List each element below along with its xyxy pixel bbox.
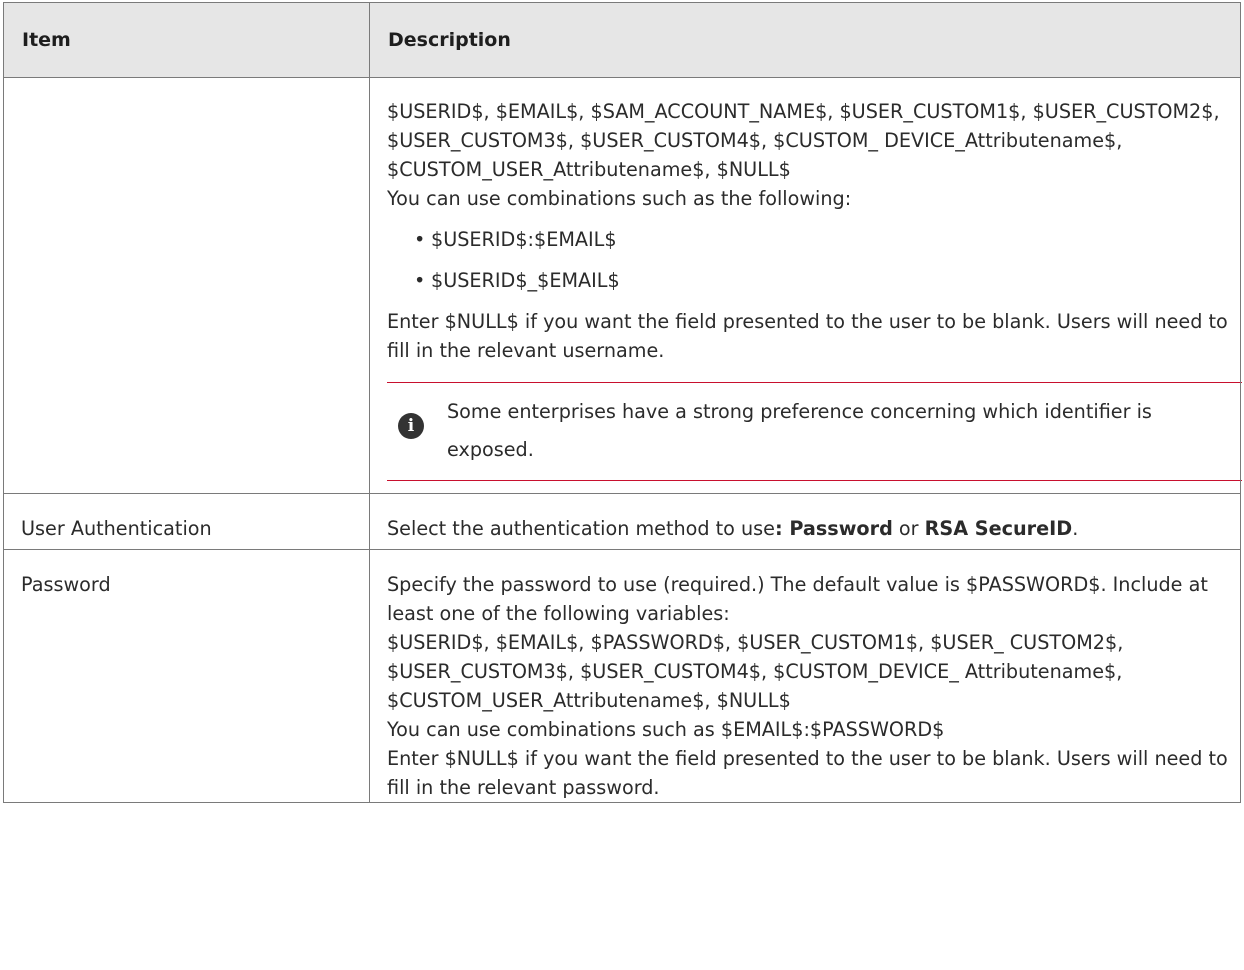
- info-icon: i: [398, 413, 424, 439]
- info-note-text: Some enterprises have a strong preferenc…: [447, 400, 1152, 461]
- null-username-note-text: Enter $NULL$ if you want the field prese…: [387, 310, 1228, 362]
- bullet-icon: •: [414, 228, 426, 251]
- auth-desc-or: or: [892, 517, 925, 540]
- auth-desc-suffix: .: [1072, 517, 1079, 540]
- list-item-text: $USERID$_$EMAIL$: [431, 269, 620, 292]
- row-password-description: Specify the password to use (required.) …: [369, 549, 1241, 803]
- info-note: i Some enterprises have a strong prefere…: [387, 382, 1242, 481]
- header-description: Description: [369, 2, 1241, 78]
- combinations-intro-text: You can use combinations such as the fol…: [387, 187, 852, 210]
- row-username-item: [3, 77, 370, 494]
- password-variables-text: $USERID$, $EMAIL$, $PASSWORD$, $USER_CUS…: [387, 631, 1124, 712]
- auth-desc-colon: :: [775, 517, 790, 540]
- username-variables-text: $USERID$, $EMAIL$, $SAM_ACCOUNT_NAME$, $…: [387, 100, 1220, 181]
- header-item: Item: [3, 2, 370, 78]
- table-row-username: $USERID$, $EMAIL$, $SAM_ACCOUNT_NAME$, $…: [3, 77, 1242, 494]
- table-row-user-authentication: User Authentication Select the authentic…: [3, 493, 1241, 550]
- table-header-row: Item Description: [3, 2, 1241, 78]
- row-auth-item: User Authentication: [3, 493, 370, 550]
- list-item: • $USERID$_$EMAIL$: [414, 266, 1228, 295]
- table-row-password: Password Specify the password to use (re…: [3, 549, 1241, 803]
- auth-option-rsa-secureid: RSA SecureID: [924, 517, 1073, 540]
- password-combinations-text: You can use combinations such as $EMAIL$…: [387, 718, 945, 741]
- list-item: • $USERID$:$EMAIL$: [414, 225, 1228, 254]
- auth-option-password: Password: [789, 517, 893, 540]
- item-description-table: Item Description $USERID$, $EMAIL$, $SAM…: [3, 2, 1242, 803]
- row-password-item: Password: [3, 549, 370, 803]
- combinations-list: • $USERID$:$EMAIL$ • $USERID$_$EMAIL$: [387, 225, 1228, 295]
- list-item-text: $USERID$:$EMAIL$: [431, 228, 617, 251]
- password-intro-text: Specify the password to use (required.) …: [387, 573, 1208, 625]
- auth-desc-prefix: Select the authentication method to use: [387, 517, 775, 540]
- null-password-note-text: Enter $NULL$ if you want the field prese…: [387, 747, 1228, 799]
- row-auth-description: Select the authentication method to use:…: [369, 493, 1241, 550]
- bullet-icon: •: [414, 269, 426, 292]
- row-username-description: $USERID$, $EMAIL$, $SAM_ACCOUNT_NAME$, $…: [369, 77, 1242, 494]
